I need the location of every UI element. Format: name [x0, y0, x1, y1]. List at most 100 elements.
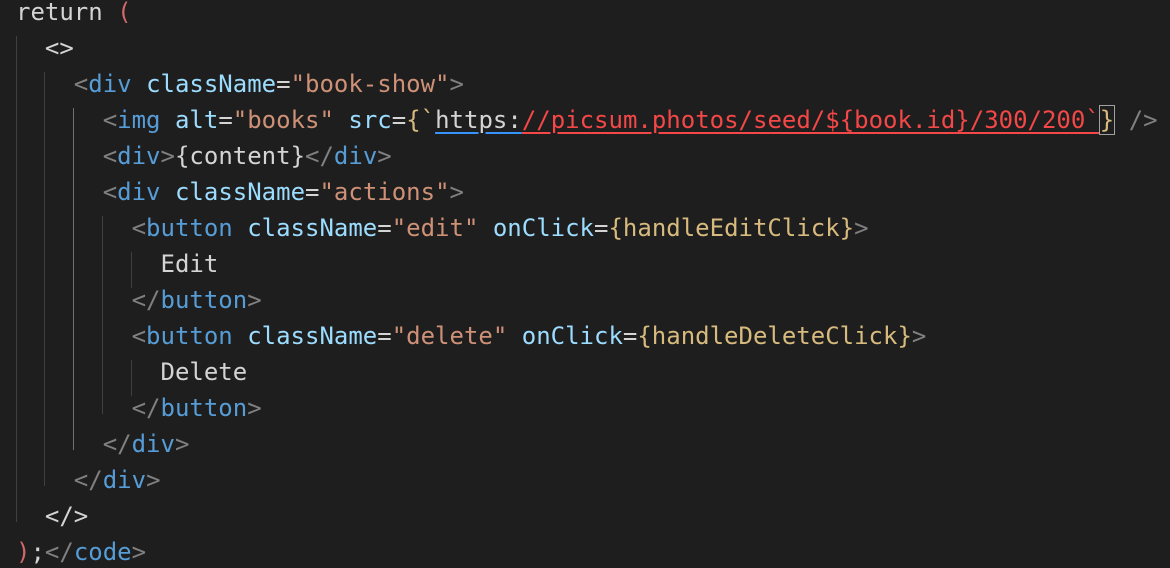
code-token: </: [305, 142, 334, 170]
code-token: img: [117, 106, 161, 134]
code-token: className: [247, 322, 378, 350]
code-token: "book-show": [290, 70, 450, 98]
code-line-11[interactable]: Delete: [16, 354, 248, 390]
code-token: {handleEditClick}: [608, 214, 855, 242]
code-line-13[interactable]: </div>: [16, 426, 190, 462]
code-token: =: [391, 106, 407, 134]
code-token: div: [117, 142, 161, 170]
code-token: </: [131, 286, 161, 314]
code-token: =: [594, 214, 609, 242]
code-token: div: [333, 142, 378, 170]
code-line-9[interactable]: </button>: [16, 282, 262, 318]
code-token: >: [449, 178, 464, 206]
code-token: >: [160, 142, 175, 170]
code-token: {content}: [174, 142, 306, 170]
code-token: https:: [435, 106, 522, 134]
code-token: <: [131, 214, 147, 242]
code-token: <: [73, 70, 89, 98]
code-token: Edit: [160, 250, 219, 278]
code-token: onClick: [521, 322, 623, 350]
code-token: button: [146, 214, 233, 242]
code-line-7[interactable]: <button className="edit" onClick={handle…: [16, 210, 869, 246]
code-token: >: [247, 394, 262, 422]
code-line-6[interactable]: <div className="actions">: [16, 174, 464, 210]
code-token: (: [117, 0, 132, 26]
code-token: </>: [44, 502, 89, 530]
code-token: </: [131, 394, 161, 422]
code-token: =: [622, 322, 638, 350]
code-token: button: [146, 322, 233, 350]
code-token: >: [911, 322, 927, 350]
code-line-10[interactable]: <button className="delete" onClick={hand…: [16, 318, 927, 354]
code-token: "edit": [391, 214, 479, 242]
code-token: >: [131, 538, 147, 566]
code-token: div: [117, 178, 161, 206]
code-token: button: [160, 286, 248, 314]
code-token: div: [88, 70, 132, 98]
code-token: >: [854, 214, 869, 242]
code-token: onClick: [492, 214, 595, 242]
code-line-15[interactable]: </>: [16, 498, 88, 534]
code-token: ;: [30, 538, 45, 566]
code-token: Delete: [160, 358, 248, 386]
code-line-3[interactable]: <div className="book-show">: [16, 66, 464, 102]
code-token: alt: [174, 106, 219, 134]
code-token: <>: [44, 34, 74, 62]
code-line-5[interactable]: <div>{content}</div>: [16, 138, 392, 174]
code-token: =: [377, 322, 392, 350]
code-token: {handleDeleteClick}: [637, 322, 912, 350]
code-token: className: [146, 70, 277, 98]
code-token: >: [377, 142, 392, 170]
code-token: //picsum.photos/seed/${book.id}/300/200`: [521, 106, 1100, 134]
code-line-16[interactable]: );</code>: [16, 534, 146, 568]
code-line-14[interactable]: </div>: [16, 462, 161, 498]
code-token: <: [102, 106, 118, 134]
code-editor[interactable]: return ( <> <div className="book-show"> …: [0, 0, 1170, 568]
code-token: >: [146, 466, 161, 494]
code-token: div: [102, 466, 147, 494]
code-token: </: [44, 538, 74, 566]
code-token: className: [174, 178, 306, 206]
code-token: />: [1128, 106, 1158, 134]
code-line-8[interactable]: Edit: [16, 246, 219, 282]
code-token: <: [131, 322, 147, 350]
code-token: >: [449, 70, 464, 98]
code-token: >: [247, 286, 262, 314]
code-token: =: [276, 70, 291, 98]
code-token: >: [174, 430, 190, 458]
code-line-4[interactable]: <img alt="books" src={`https://picsum.ph…: [16, 102, 1158, 138]
code-line-12[interactable]: </button>: [16, 390, 262, 426]
code-token: =: [305, 178, 320, 206]
code-token: </: [73, 466, 103, 494]
code-line-2[interactable]: <>: [16, 30, 74, 66]
code-line-1[interactable]: return (: [16, 0, 132, 30]
code-token: "delete": [391, 322, 508, 350]
code-token: <: [102, 142, 118, 170]
code-token: src: [348, 106, 392, 134]
code-token: return: [16, 0, 103, 26]
code-token: {`: [406, 106, 436, 134]
code-token: =: [218, 106, 233, 134]
code-token: }: [1098, 105, 1116, 135]
code-token: div: [131, 430, 175, 458]
